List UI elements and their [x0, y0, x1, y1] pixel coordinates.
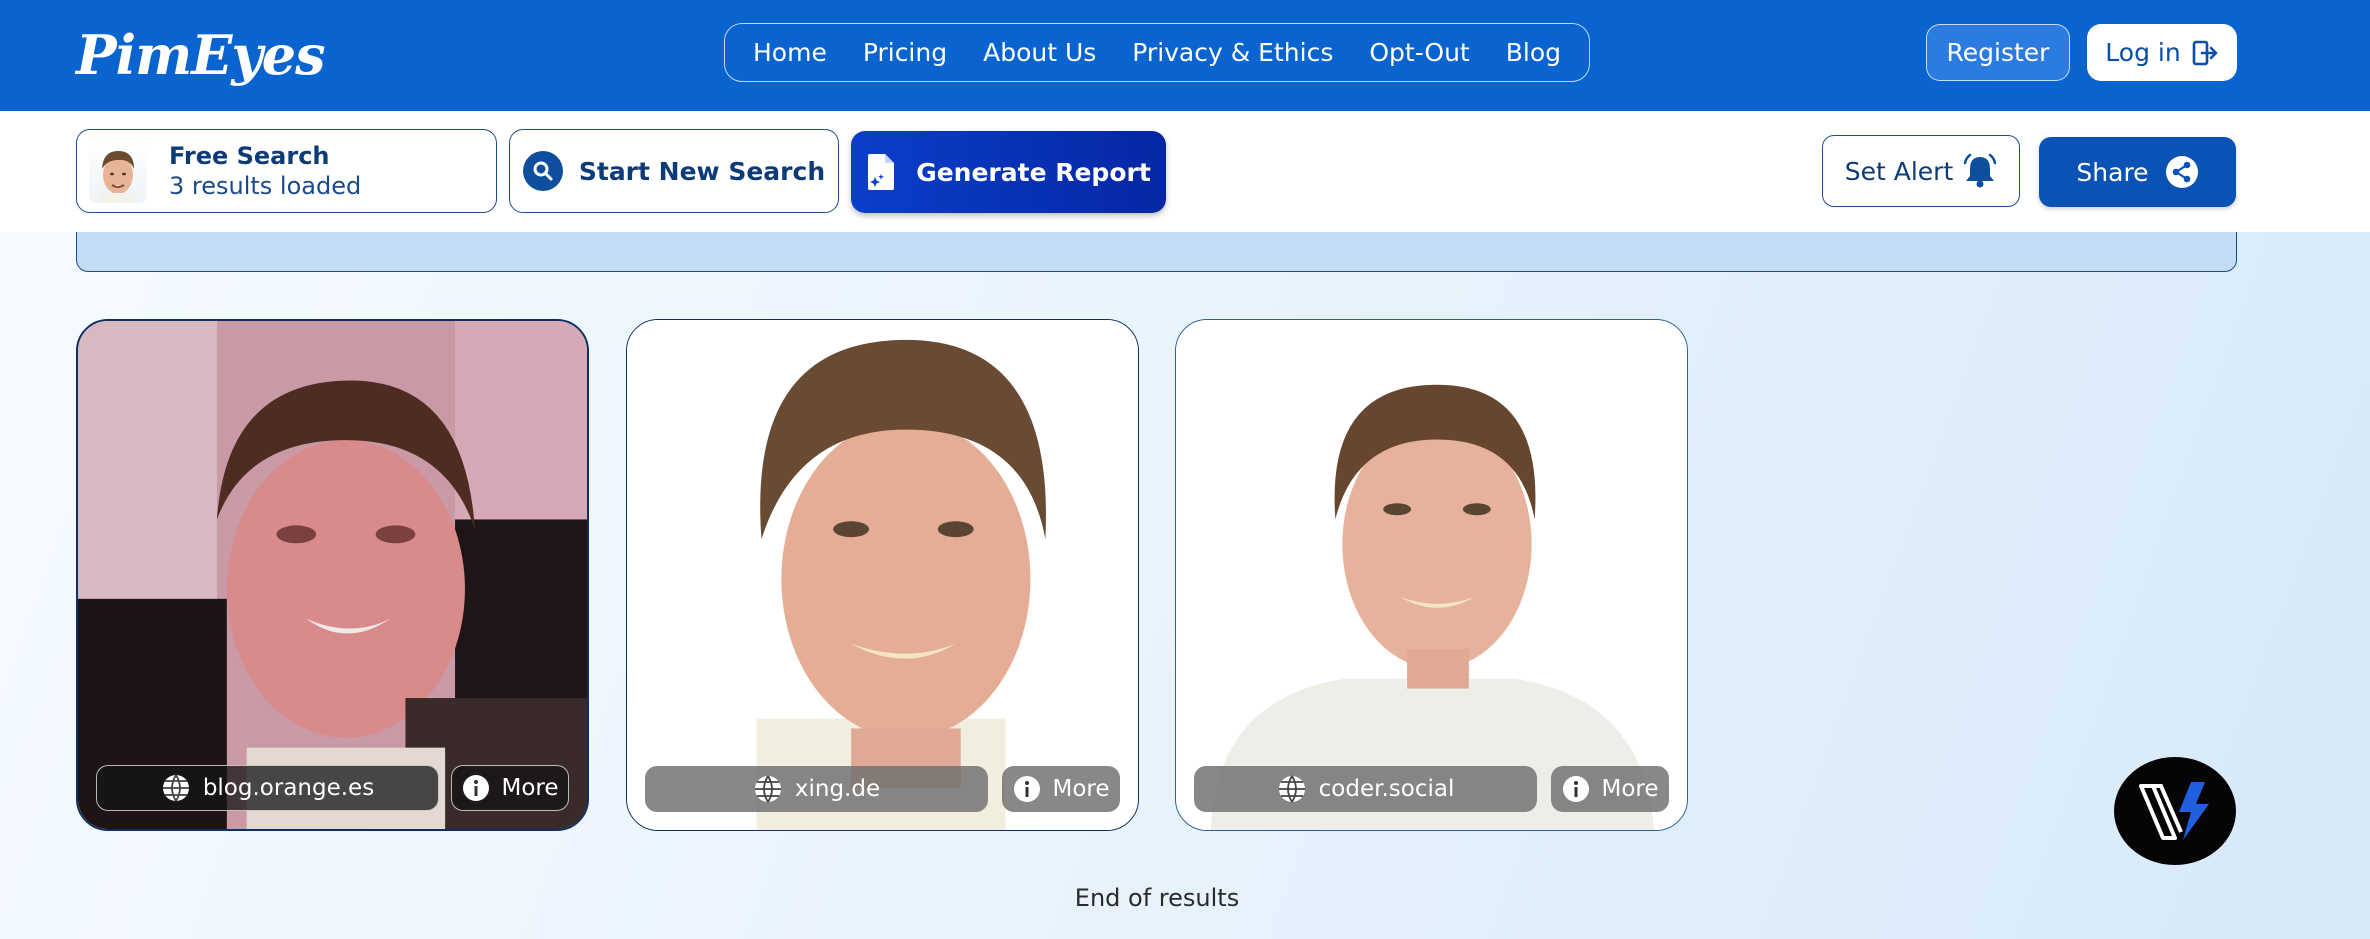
search-summary-text: Free Search 3 results loaded [169, 141, 361, 201]
lightning-logo-icon [2139, 782, 2209, 840]
result-card[interactable]: coder.social More [1175, 319, 1688, 831]
nav-about-us[interactable]: About Us [983, 38, 1096, 67]
info-icon [1563, 776, 1590, 802]
register-button[interactable]: Register [1926, 24, 2070, 81]
info-icon [1014, 776, 1041, 802]
start-new-search-button[interactable]: Start New Search [509, 129, 839, 213]
floating-assistant-button[interactable] [2114, 757, 2236, 865]
search-summary-card[interactable]: Free Search 3 results loaded [76, 129, 497, 213]
result-photo [78, 321, 587, 829]
globe-icon [162, 774, 189, 802]
share-button[interactable]: Share [2039, 137, 2236, 207]
globe-icon [1278, 775, 1305, 803]
result-more-button[interactable]: More [1002, 766, 1120, 812]
share-icon [2165, 156, 2198, 188]
generate-report-label: Generate Report [916, 157, 1151, 187]
search-face-thumbnail [89, 139, 147, 203]
result-source-domain: xing.de [794, 776, 881, 802]
search-panel-edge [76, 232, 2237, 272]
result-card[interactable]: blog.orange.es More [76, 319, 589, 831]
result-source-pill[interactable]: blog.orange.es [96, 765, 439, 811]
result-more-label: More [1601, 776, 1659, 802]
nav-privacy-ethics[interactable]: Privacy & Ethics [1132, 38, 1333, 67]
generate-report-button[interactable]: Generate Report [851, 131, 1166, 213]
result-source-domain: coder.social [1318, 776, 1455, 802]
globe-icon [754, 775, 781, 803]
nav-pricing[interactable]: Pricing [863, 38, 947, 67]
set-alert-label: Set Alert [1844, 156, 1954, 186]
register-label: Register [1946, 38, 2050, 67]
main-nav: Home Pricing About Us Privacy & Ethics O… [724, 23, 1590, 82]
document-sparkle-icon [868, 154, 895, 190]
result-card[interactable]: xing.de More [626, 319, 1139, 831]
result-source-pill[interactable]: xing.de [645, 766, 988, 812]
bell-icon [1964, 153, 1997, 188]
top-navigation-bar: PimEyes Home Pricing About Us Privacy & … [0, 0, 2370, 111]
share-label: Share [2076, 157, 2149, 187]
result-source-domain: blog.orange.es [202, 775, 375, 801]
result-more-button[interactable]: More [1551, 766, 1669, 812]
result-photo [1176, 320, 1687, 830]
info-icon [463, 775, 490, 801]
login-arrow-icon [2192, 40, 2217, 65]
result-more-button[interactable]: More [451, 765, 569, 811]
login-button[interactable]: Log in [2087, 24, 2237, 81]
search-icon [522, 151, 563, 191]
search-title: Free Search [169, 142, 330, 170]
result-photo [627, 320, 1138, 830]
result-more-label: More [1052, 776, 1110, 802]
result-source-pill[interactable]: coder.social [1194, 766, 1537, 812]
login-label: Log in [2105, 38, 2181, 67]
start-new-search-label: Start New Search [578, 156, 826, 186]
pimeyes-logo[interactable]: PimEyes [76, 22, 326, 88]
nav-blog[interactable]: Blog [1506, 38, 1561, 67]
nav-home[interactable]: Home [753, 38, 827, 67]
results-count: 3 results loaded [169, 172, 362, 200]
end-of-results-text: End of results [1074, 884, 1240, 912]
nav-opt-out[interactable]: Opt-Out [1369, 38, 1469, 67]
set-alert-button[interactable]: Set Alert [1822, 135, 2020, 207]
search-toolbar: Free Search 3 results loaded Start New S… [0, 111, 2370, 232]
result-more-label: More [501, 775, 559, 801]
